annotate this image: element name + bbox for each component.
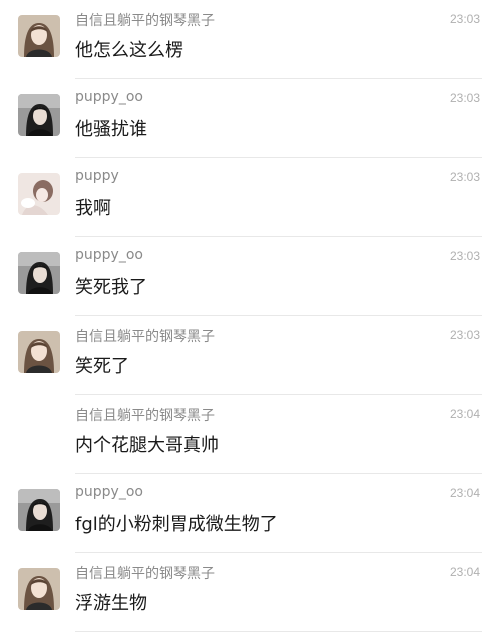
- avatar-soft-light-icon[interactable]: [18, 173, 60, 215]
- message-time: 23:03: [449, 249, 480, 263]
- sender-name: puppy_oo: [75, 89, 143, 105]
- message-time: 23:04: [449, 486, 480, 500]
- message-time: 23:04: [449, 407, 480, 421]
- message-item[interactable]: puppy_oo 23:03 笑死我了: [0, 237, 500, 316]
- message-item[interactable]: 自信且躺平的钢琴黑子 23:04 内个花腿大哥真帅: [0, 395, 500, 474]
- sender-name: puppy_oo: [75, 247, 143, 263]
- sender-name: puppy: [75, 168, 119, 184]
- avatar-girl-dark-icon[interactable]: [18, 94, 60, 136]
- avatar-girl-long-hair-icon[interactable]: [18, 568, 60, 610]
- avatar-girl-dark-icon[interactable]: [18, 489, 60, 531]
- message-time: 23:03: [449, 91, 480, 105]
- chat-message-list: 自信且躺平的钢琴黑子 23:03 他怎么这么楞 puppy_oo 23:03 他…: [0, 0, 500, 632]
- message-text: 笑死了: [75, 356, 129, 377]
- avatar-girl-long-hair-icon[interactable]: [18, 15, 60, 57]
- message-item[interactable]: 自信且躺平的钢琴黑子 23:03 笑死了: [0, 316, 500, 395]
- message-text: 笑死我了: [75, 277, 147, 298]
- message-item[interactable]: 自信且躺平的钢琴黑子 23:03 他怎么这么楞: [0, 0, 500, 79]
- sender-name: 自信且躺平的钢琴黑子: [75, 13, 215, 29]
- message-text: 浮游生物: [75, 593, 147, 614]
- sender-name: puppy_oo: [75, 484, 143, 500]
- avatar-girl-dark-icon[interactable]: [18, 252, 60, 294]
- message-item[interactable]: puppy_oo 23:04 fgl的小粉刺胃成微生物了: [0, 474, 500, 553]
- message-time: 23:03: [449, 328, 480, 342]
- sender-name: 自信且躺平的钢琴黑子: [75, 408, 215, 424]
- message-item[interactable]: 自信且躺平的钢琴黑子 23:04 浮游生物: [0, 553, 500, 632]
- message-item[interactable]: puppy 23:03 我啊: [0, 158, 500, 237]
- sender-name: 自信且躺平的钢琴黑子: [75, 329, 215, 345]
- message-time: 23:03: [449, 170, 480, 184]
- message-time: 23:04: [449, 565, 480, 579]
- message-text: 内个花腿大哥真帅: [75, 435, 219, 456]
- message-text: fgl的小粉刺胃成微生物了: [75, 514, 278, 535]
- message-item[interactable]: puppy_oo 23:03 他骚扰谁: [0, 79, 500, 158]
- message-text: 我啊: [75, 198, 111, 219]
- message-time: 23:03: [449, 12, 480, 26]
- avatar-girl-long-hair-icon[interactable]: [18, 331, 60, 373]
- message-text: 他骚扰谁: [75, 119, 147, 140]
- message-text: 他怎么这么楞: [75, 40, 183, 61]
- sender-name: 自信且躺平的钢琴黑子: [75, 566, 215, 582]
